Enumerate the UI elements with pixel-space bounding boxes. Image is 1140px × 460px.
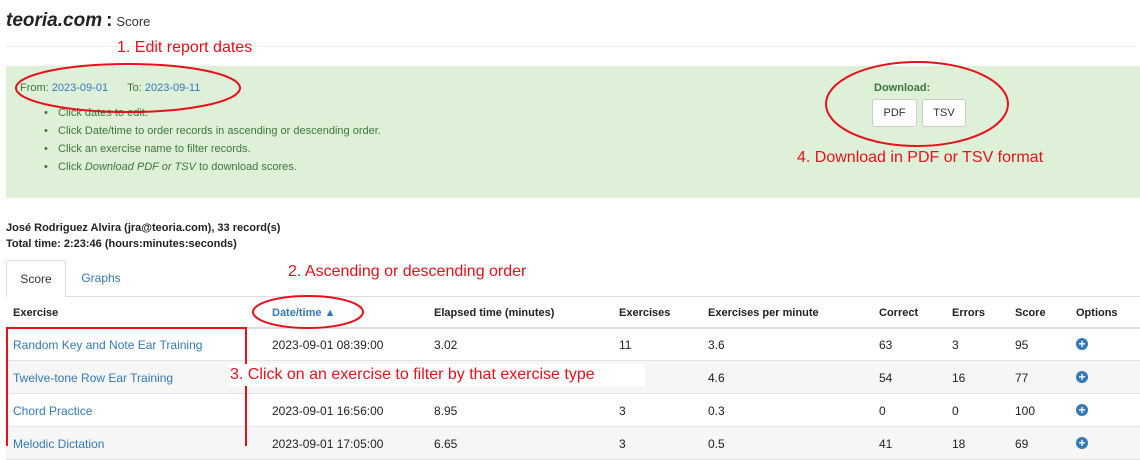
annotation-ellipse-download — [825, 61, 1009, 147]
annotation-box-exercises — [6, 327, 247, 446]
annotation-sort-order: 2. Ascending or descending order — [288, 263, 527, 280]
annotation-ellipse-dates — [15, 63, 241, 113]
annotation-download: 4. Download in PDF or TSV format — [797, 149, 1044, 166]
annotation-edit-dates: 1. Edit report dates — [117, 39, 253, 56]
annotation-ellipse-sort — [252, 295, 364, 329]
annotation-filter-exercise: 3. Click on an exercise to filter by tha… — [230, 364, 645, 386]
